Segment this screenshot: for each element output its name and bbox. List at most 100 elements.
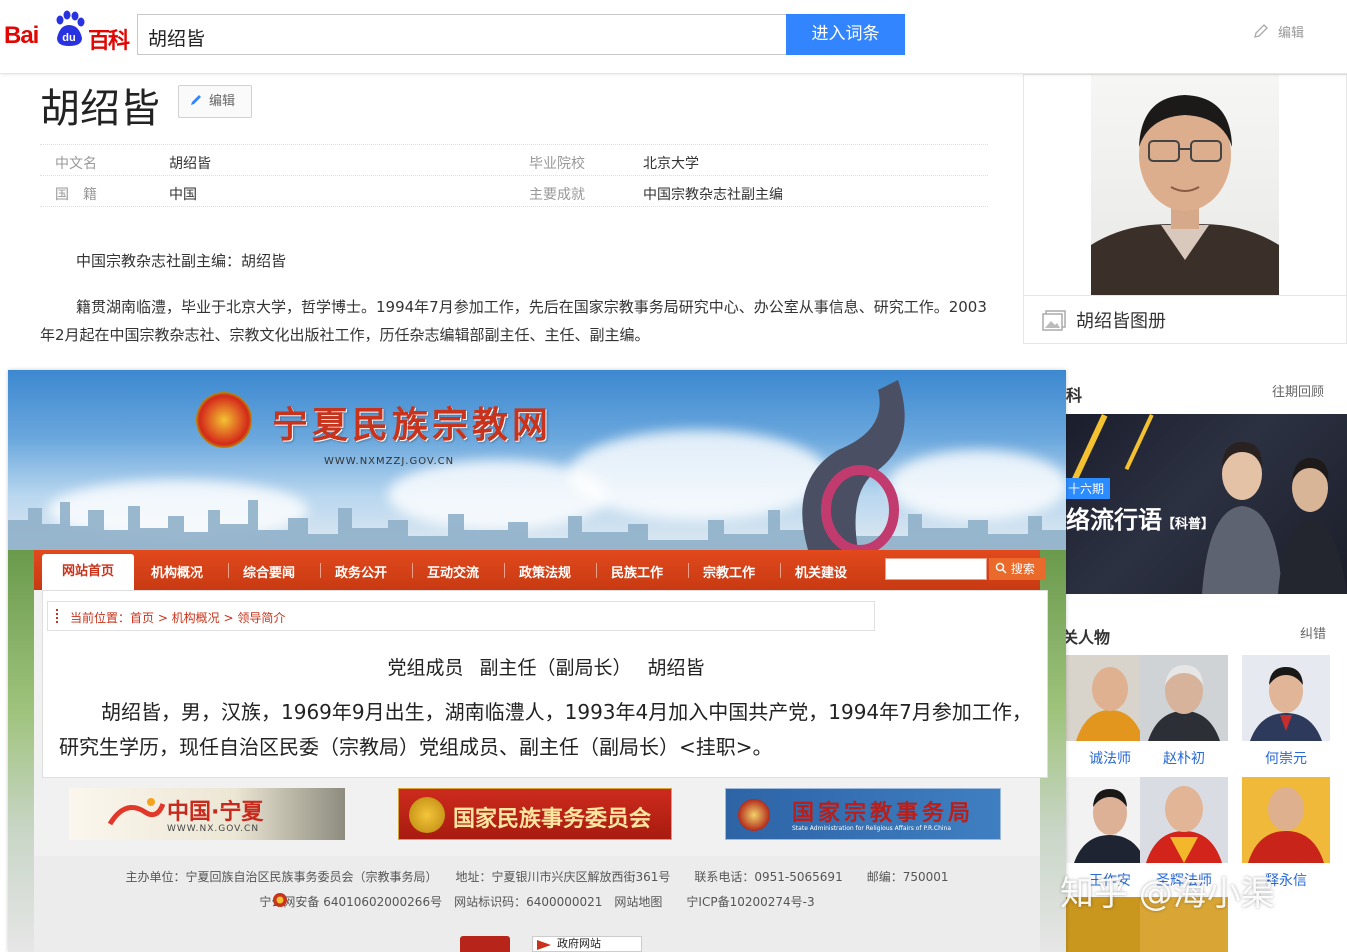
- nav-item-home[interactable]: 网站首页: [42, 554, 134, 590]
- person-name[interactable]: 赵朴初: [1140, 748, 1228, 768]
- nav-divider: [412, 563, 413, 578]
- monk-portrait-image: [1140, 777, 1228, 863]
- leader-profile-panel: 当前位置：首页 > 机构概况 > 领导简介 党组成员 副主任（副局长） 胡绍皆 …: [42, 590, 1048, 778]
- person-portrait-image: [1091, 95, 1279, 295]
- basic-info-value[interactable]: 中国: [169, 184, 197, 204]
- baidu-paw-icon: du: [56, 10, 85, 46]
- site-nav-bar: 网站首页 机构概况 综合要闻 政务公开 互动交流 政策法规 民族工作 宗教工作 …: [34, 550, 1045, 590]
- album-link[interactable]: 胡绍皆图册: [1024, 295, 1346, 343]
- footer-line-1: 主办单位：宁夏回族自治区民族事务委员会（宗教事务局） 地址：宁夏银川市兴庆区解放…: [125, 870, 949, 884]
- person-photo[interactable]: [1140, 655, 1228, 741]
- national-emblem-icon: [196, 392, 252, 448]
- pencil-icon: [191, 95, 201, 105]
- emblem-icon: [738, 799, 770, 831]
- site-title: 宁夏民族宗教网: [272, 404, 553, 446]
- site-hero-banner: 宁夏民族宗教网 WWW.NXMZZJ.GOV.CN: [8, 370, 1066, 550]
- profile-photo-card: 胡绍皆图册: [1023, 74, 1347, 344]
- gov-website-badge-label: 政府网站: [557, 937, 601, 950]
- page-title: 胡绍皆: [40, 86, 160, 132]
- site-search-label: 搜索: [1010, 562, 1035, 576]
- basic-info-key: 中文名: [55, 156, 97, 172]
- report-error-link[interactable]: 纠错: [1300, 623, 1326, 642]
- person-photo[interactable]: [1242, 655, 1330, 741]
- logo-baike-text: 百科: [88, 29, 130, 54]
- person-photo[interactable]: [1140, 777, 1228, 863]
- basic-info-value: 中国宗教杂志社副主编: [643, 187, 783, 203]
- past-issues-link[interactable]: 往期回顾: [1272, 381, 1324, 400]
- nav-divider: [320, 563, 321, 578]
- embedded-website-screenshot: 宁夏民族宗教网 WWW.NXMZZJ.GOV.CN 网站首页 机构概况 综合要闻…: [8, 370, 1066, 952]
- basic-info-key: 主要成就: [529, 187, 585, 203]
- emblem-icon: [409, 797, 445, 833]
- official-portrait-image: [1242, 655, 1330, 741]
- nav-divider: [228, 563, 229, 578]
- nav-divider: [504, 563, 505, 578]
- nav-item-ethnic-work[interactable]: 民族工作: [611, 562, 663, 581]
- banner-title: 络流行语【科普】: [1066, 500, 1214, 535]
- site-url: WWW.NXMZZJ.GOV.CN: [324, 456, 455, 467]
- pencil-icon: [1254, 24, 1268, 38]
- top-edit-link[interactable]: 编辑: [1252, 22, 1304, 41]
- breadcrumb-marker: [56, 609, 61, 623]
- footer-line-2: 宁公网安备 64010602000266号 网站标识码：6400000021 网…: [259, 895, 815, 909]
- basic-info-key: 国 籍: [55, 187, 97, 203]
- logo3-text: 国家宗教事务局: [792, 801, 975, 826]
- top-edit-label: 编辑: [1278, 26, 1305, 41]
- logo3-subtitle: State Administration for Religious Affai…: [792, 825, 952, 832]
- logo-du-text: du: [62, 32, 75, 44]
- nav-divider: [596, 563, 597, 578]
- leader-title: 党组成员 副主任（副局长） 胡绍皆: [387, 657, 705, 679]
- basic-info-value[interactable]: 北京大学: [643, 153, 699, 173]
- gov-website-badge[interactable]: 政府网站: [532, 936, 642, 952]
- basic-info-key: 毕业院校: [529, 156, 585, 172]
- breadcrumb: 当前位置：首页 > 机构概况 > 领导简介: [47, 601, 875, 631]
- site-footer: 主办单位：宁夏回族自治区民族事务委员会（宗教事务局） 地址：宁夏银川市兴庆区解放…: [34, 856, 1040, 952]
- nav-item-gov-affairs[interactable]: 政务公开: [335, 562, 387, 581]
- china-ningxia-link-logo[interactable]: 中国·宁夏 WWW.NX.GOV.CN: [69, 788, 345, 840]
- nav-item-policy[interactable]: 政策法规: [519, 562, 571, 581]
- nav-item-religion-work[interactable]: 宗教工作: [703, 562, 755, 581]
- logo1-text: 中国·宁夏: [167, 800, 264, 825]
- elder-portrait-image: [1140, 655, 1228, 741]
- breadcrumb-text[interactable]: 当前位置：首页 > 机构概况 > 领导简介: [70, 611, 285, 625]
- logo-bai-text: Bai: [4, 22, 39, 49]
- top-bar: Bai du 百科 胡绍皆 进入词条 编辑: [0, 0, 1347, 74]
- nav-item-interaction[interactable]: 互动交流: [427, 562, 479, 581]
- baidu-baike-logo[interactable]: Bai du 百科: [4, 10, 130, 54]
- site-search-button[interactable]: 搜索: [989, 558, 1045, 580]
- basic-info-row: 中文名 胡绍皆 毕业院校 北京大学: [40, 145, 988, 176]
- nav-item-party-building[interactable]: 机关建设: [795, 562, 847, 581]
- nav-divider: [780, 563, 781, 578]
- feature-banner[interactable]: 十六期 络流行语【科普】: [1062, 414, 1347, 594]
- person-photo[interactable]: [1242, 777, 1330, 863]
- site-search-input[interactable]: [885, 558, 987, 580]
- police-badge-icon: [273, 893, 287, 907]
- party-badge-icon: [460, 936, 510, 952]
- zhihu-watermark: 知乎 @海小渠: [1060, 874, 1275, 914]
- search-input[interactable]: 胡绍皆: [137, 14, 787, 55]
- nav-item-about[interactable]: 机构概况: [151, 562, 203, 581]
- banner-title-text: 络流行语: [1066, 506, 1162, 534]
- ningxia-swirl-icon: [107, 798, 165, 826]
- nav-item-news[interactable]: 综合要闻: [243, 562, 295, 581]
- basic-info-table: 中文名 胡绍皆 毕业院校 北京大学 国 籍 中国 主要成就 中国宗教杂志社副主编: [40, 144, 988, 207]
- banner-period-badge: 十六期: [1062, 478, 1111, 499]
- person-name[interactable]: 何崇元: [1242, 748, 1330, 768]
- biography-paragraph: 籍贯湖南临澧，毕业于北京大学，哲学博士。1994年7月参加工作，先后在国家宗教事…: [40, 298, 987, 344]
- edit-button[interactable]: 编辑: [178, 85, 252, 118]
- sculpture-image: [802, 380, 905, 550]
- basic-info-row: 国 籍 中国 主要成就 中国宗教杂志社副主编: [40, 176, 988, 207]
- edit-button-label: 编辑: [209, 94, 236, 109]
- summary-paragraph: 中国宗教杂志社副主编：胡绍皆: [76, 252, 287, 270]
- profile-photo[interactable]: [1091, 75, 1279, 295]
- ethnic-affairs-commission-logo[interactable]: 国家民族事务委员会: [398, 788, 672, 840]
- logo2-text: 国家民族事务委员会: [453, 807, 652, 832]
- search-icon: [995, 562, 1007, 574]
- logo1-url: WWW.NX.GOV.CN: [167, 824, 260, 834]
- religious-affairs-bureau-logo[interactable]: 国家宗教事务局 State Administration for Religio…: [725, 788, 1001, 840]
- article-main: 胡绍皆 编辑 中文名 胡绍皆 毕业院校 北京大学 国 籍 中国 主要成就 中国宗…: [0, 74, 1010, 374]
- monk-portrait-image: [1242, 777, 1330, 863]
- enter-entry-button[interactable]: 进入词条: [786, 14, 905, 55]
- basic-info-value: 胡绍皆: [169, 156, 211, 172]
- related-people-title: 关人物: [1062, 628, 1111, 647]
